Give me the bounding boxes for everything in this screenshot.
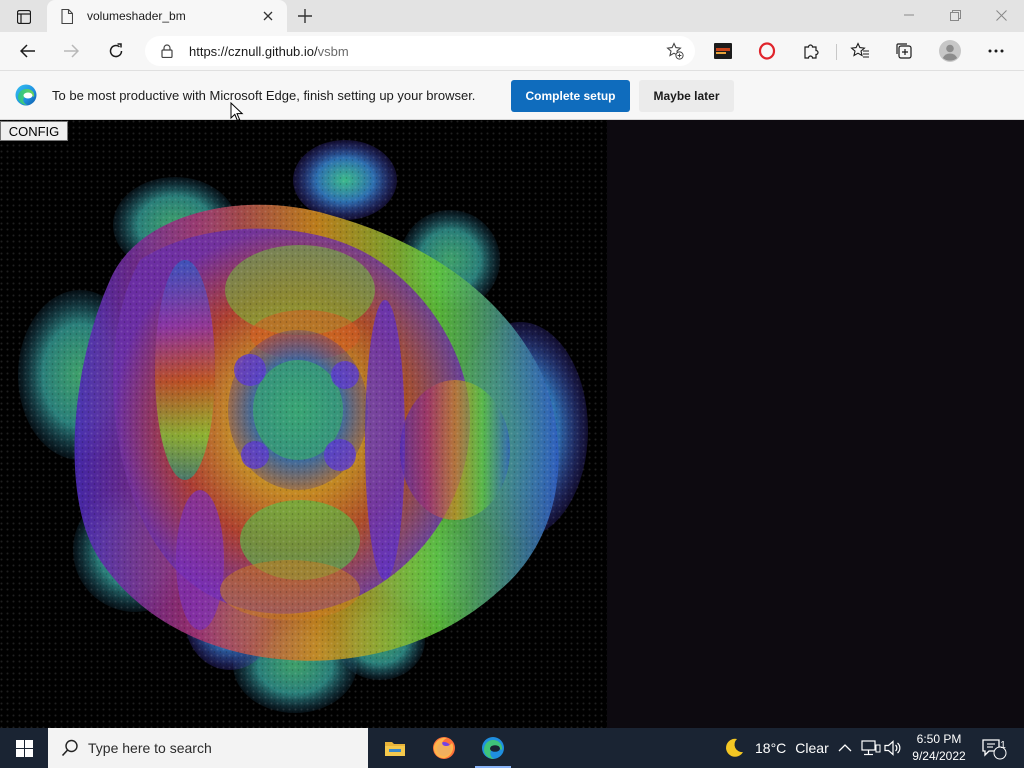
address-bar[interactable]: https://cznull.github.io/vsbm (145, 36, 695, 66)
volume-icon[interactable] (884, 728, 902, 768)
page-icon (59, 8, 75, 24)
opera-extension-icon[interactable] (753, 37, 781, 65)
url-host: https://cznull.github.io/ (189, 43, 318, 59)
close-tab-icon[interactable] (259, 7, 277, 25)
new-tab-button[interactable] (294, 5, 316, 27)
edge-logo-icon (15, 84, 37, 106)
start-button[interactable] (0, 728, 48, 768)
url-text[interactable]: https://cznull.github.io/vsbm (189, 44, 661, 59)
browser-toolbar: https://cznull.github.io/vsbm (0, 32, 1024, 70)
file-explorer-icon[interactable] (371, 728, 419, 768)
search-icon (60, 738, 80, 758)
minimize-icon[interactable] (886, 0, 932, 30)
notifications-icon[interactable]: 1 (980, 728, 1010, 768)
page-content: CONFIG (0, 120, 1024, 728)
tab-title: volumeshader_bm (87, 9, 186, 23)
windows-logo-icon (15, 739, 33, 757)
lock-icon[interactable] (159, 43, 175, 59)
weather-widget[interactable]: 18°C Clear (722, 728, 829, 768)
refresh-button[interactable] (102, 37, 130, 65)
firefox-icon[interactable] (420, 728, 468, 768)
show-hidden-icons-icon[interactable] (838, 728, 852, 768)
weather-temp: 18°C (755, 740, 787, 756)
windows-taskbar: Type here to search 18°C Clear 6:50 PM 9… (0, 728, 1024, 768)
mouse-cursor-icon (230, 102, 244, 122)
favorites-icon[interactable] (846, 37, 874, 65)
config-button[interactable]: CONFIG (0, 121, 68, 141)
maybe-later-button[interactable]: Maybe later (639, 80, 734, 112)
taskbar-clock[interactable]: 6:50 PM 9/24/2022 (906, 731, 972, 765)
title-bar: volumeshader_bm (0, 0, 1024, 32)
clock-date: 9/24/2022 (912, 749, 966, 763)
tab-volumeshader[interactable]: volumeshader_bm (47, 0, 287, 32)
forward-button[interactable] (57, 37, 85, 65)
edge-taskbar-icon[interactable] (469, 728, 517, 768)
url-path: vsbm (317, 43, 349, 59)
fractal-texture (0, 120, 607, 728)
back-button[interactable] (14, 37, 42, 65)
moon-icon (726, 738, 743, 757)
tab-actions-icon[interactable] (8, 6, 40, 28)
infobar-message: To be most productive with Microsoft Edg… (52, 88, 476, 103)
fractal-render[interactable] (0, 120, 607, 728)
search-placeholder: Type here to search (88, 740, 212, 756)
network-icon[interactable] (861, 728, 881, 768)
add-favorite-icon[interactable] (661, 37, 689, 65)
clock-time: 6:50 PM (916, 732, 962, 746)
complete-setup-button[interactable]: Complete setup (511, 80, 630, 112)
close-window-icon[interactable] (978, 0, 1024, 30)
restore-icon[interactable] (932, 0, 978, 30)
toolbar-divider (836, 44, 837, 60)
weather-condition: Clear (795, 740, 829, 756)
notification-count: 1 (1000, 740, 1006, 751)
collections-icon[interactable] (890, 37, 918, 65)
more-menu-icon[interactable] (982, 37, 1010, 65)
profile-avatar[interactable] (936, 37, 964, 65)
setup-infobar: To be most productive with Microsoft Edg… (0, 70, 1024, 120)
canvas-side-area (607, 120, 1024, 728)
extension-app-icon[interactable] (709, 37, 737, 65)
extensions-puzzle-icon[interactable] (797, 37, 825, 65)
taskbar-search[interactable]: Type here to search (48, 728, 368, 768)
